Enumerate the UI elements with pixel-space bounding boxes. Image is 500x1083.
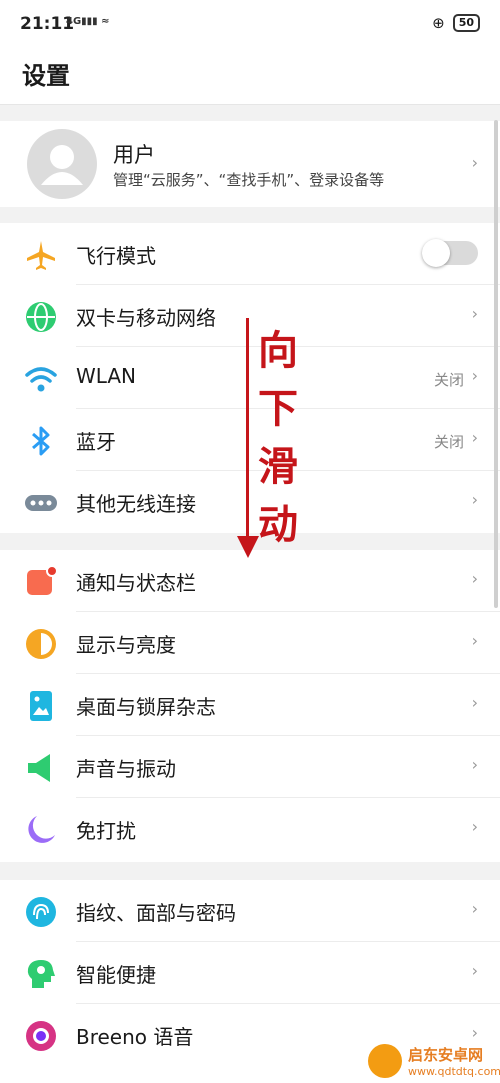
- setting-label: WLAN: [76, 364, 137, 388]
- notification-icon: [27, 565, 58, 595]
- setting-label: 通知与状态栏: [76, 571, 196, 595]
- chevron-right-icon: ›: [471, 428, 478, 447]
- watermark-url: www.qdtdtq.com: [408, 1065, 500, 1078]
- profile-subtitle: 管理“云服务”、“查找手机”、登录设备等: [113, 171, 385, 189]
- setting-item-bluetooth[interactable]: 蓝牙 关闭 ›: [0, 409, 500, 471]
- rotation-lock-icon: ⊕: [432, 14, 445, 32]
- brightness-icon: [26, 629, 56, 659]
- setting-item-airplane-mode[interactable]: 飞行模式: [0, 223, 500, 285]
- setting-label: Breeno 语音: [76, 1025, 194, 1049]
- chevron-right-icon: ›: [471, 693, 478, 712]
- person-icon: [41, 145, 83, 185]
- user-profile-card[interactable]: 用户 管理“云服务”、“查找手机”、登录设备等 ›: [0, 121, 500, 207]
- settings-group-connectivity: 飞行模式 双卡与移动网络 › WLAN 关闭 › 蓝牙 关闭 › 其他无线连接 …: [0, 223, 500, 533]
- setting-item-wallpaper[interactable]: 桌面与锁屏杂志 ›: [0, 674, 500, 736]
- app-header: 设置: [0, 50, 500, 105]
- chevron-right-icon: ›: [471, 153, 478, 172]
- watermark: 启东安卓网 www.qdtdtq.com: [368, 1044, 500, 1078]
- chevron-right-icon: ›: [471, 366, 478, 385]
- setting-item-dual-sim[interactable]: 双卡与移动网络 ›: [0, 285, 500, 347]
- network-indicator: 4G▮▮▮ ≈: [66, 16, 110, 27]
- battery-indicator: 50: [452, 14, 480, 32]
- chevron-right-icon: ›: [471, 961, 478, 980]
- chevron-right-icon: ›: [471, 1023, 478, 1042]
- setting-label: 蓝牙: [76, 430, 116, 454]
- setting-label: 显示与亮度: [76, 633, 176, 657]
- chevron-right-icon: ›: [471, 490, 478, 509]
- setting-item-display-brightness[interactable]: 显示与亮度 ›: [0, 612, 500, 674]
- chevron-right-icon: ›: [471, 755, 478, 774]
- fingerprint-icon: [26, 897, 56, 927]
- setting-label: 智能便捷: [76, 963, 156, 987]
- setting-label: 双卡与移动网络: [76, 306, 216, 330]
- settings-group-display: 通知与状态栏 › 显示与亮度 › 桌面与锁屏杂志 › 声音与振动 › 免打扰 ›: [0, 550, 500, 862]
- setting-label: 指纹、面部与密码: [76, 901, 236, 925]
- watermark-logo: [368, 1044, 402, 1078]
- chevron-right-icon: ›: [471, 631, 478, 650]
- smart-icon: [27, 960, 55, 988]
- setting-item-wlan[interactable]: WLAN 关闭 ›: [0, 347, 500, 409]
- watermark-title: 启东安卓网: [408, 1046, 484, 1064]
- setting-label: 桌面与锁屏杂志: [76, 695, 216, 719]
- chevron-right-icon: ›: [471, 569, 478, 588]
- wifi-icon: [25, 367, 57, 392]
- profile-name: 用户: [113, 143, 155, 167]
- setting-item-other-wireless[interactable]: 其他无线连接 ›: [0, 471, 500, 533]
- status-bar: 21:11 4G▮▮▮ ≈ ⊕ 50: [0, 0, 500, 50]
- setting-value: 关闭: [433, 433, 464, 451]
- setting-item-smart-assist[interactable]: 智能便捷 ›: [0, 942, 500, 1004]
- setting-label: 声音与振动: [76, 757, 176, 781]
- breeno-icon: [26, 1021, 56, 1051]
- chevron-right-icon: ›: [471, 899, 478, 918]
- setting-label: 其他无线连接: [76, 492, 196, 516]
- wallpaper-icon: [30, 691, 52, 721]
- sound-icon: [28, 754, 50, 782]
- setting-item-sound[interactable]: 声音与振动 ›: [0, 736, 500, 798]
- scrollbar[interactable]: [494, 120, 498, 608]
- moon-icon: [28, 816, 55, 843]
- setting-item-do-not-disturb[interactable]: 免打扰 ›: [0, 798, 500, 860]
- setting-item-fingerprint[interactable]: 指纹、面部与密码 ›: [0, 880, 500, 942]
- swipe-arrow-line: [246, 318, 249, 540]
- chevron-right-icon: ›: [471, 817, 478, 836]
- setting-label: 免打扰: [76, 819, 136, 843]
- setting-item-notifications[interactable]: 通知与状态栏 ›: [0, 550, 500, 612]
- page-title: 设置: [22, 62, 70, 90]
- airplane-mode-toggle[interactable]: [422, 239, 478, 267]
- setting-label: 飞行模式: [76, 244, 156, 268]
- more-icon: [25, 495, 57, 511]
- avatar: [27, 129, 97, 199]
- setting-value: 关闭: [433, 371, 464, 389]
- swipe-down-annotation: 向 下 滑 动: [258, 328, 298, 548]
- chevron-right-icon: ›: [471, 304, 478, 323]
- bluetooth-icon: [32, 426, 50, 456]
- globe-icon: [26, 302, 56, 332]
- airplane-icon: [27, 241, 55, 270]
